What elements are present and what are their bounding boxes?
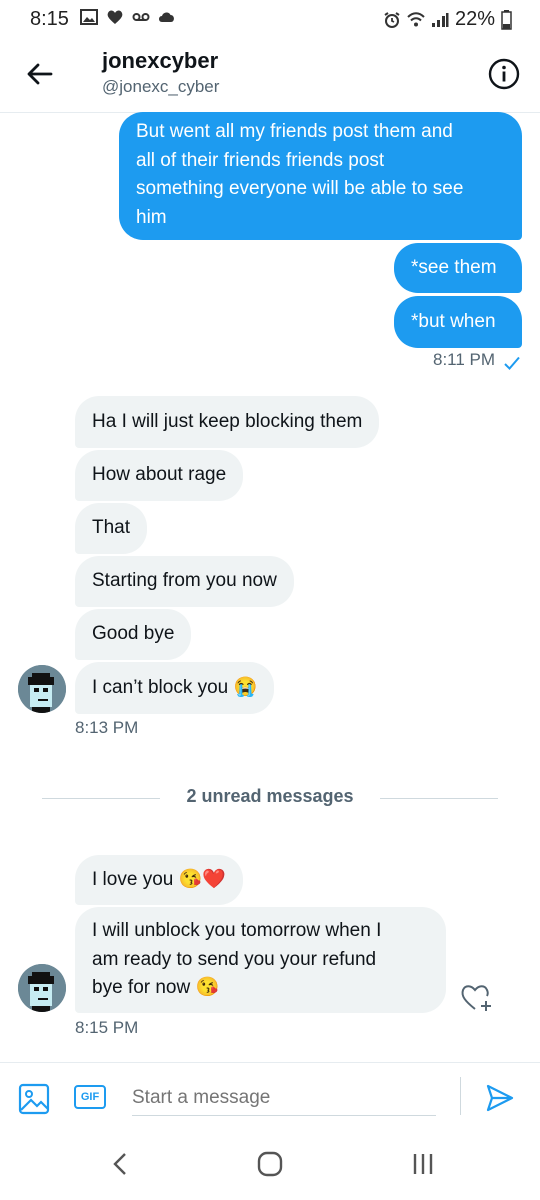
received-message[interactable]: Good bye: [75, 609, 192, 660]
gif-button[interactable]: GIF: [74, 1085, 106, 1109]
status-time: 8:15: [30, 8, 69, 30]
message-input[interactable]: [132, 1081, 436, 1116]
unread-messages-label: 2 unread messages: [186, 786, 354, 806]
message-line: am ready to send you your refund: [92, 948, 377, 970]
signal-icon: [431, 12, 449, 27]
contact-name[interactable]: jonexcyber: [102, 48, 218, 74]
received-timestamp: 8:13 PM: [75, 718, 139, 737]
sent-message[interactable]: But went all my friends post them and al…: [119, 112, 522, 240]
alarm-icon: [384, 11, 400, 28]
nav-back-icon[interactable]: [110, 1152, 130, 1176]
received-message[interactable]: That: [75, 503, 148, 554]
message-line: him: [136, 206, 167, 228]
sent-message[interactable]: *see them: [394, 243, 522, 293]
nav-home-icon[interactable]: [257, 1151, 283, 1177]
read-checkmark-icon: [504, 356, 520, 370]
message-text: Starting from you now: [92, 570, 277, 592]
system-status: 22%: [383, 8, 512, 31]
message-text: I can’t block you 😭: [92, 676, 258, 698]
notification-icons: [80, 9, 176, 25]
gallery-notification-icon: [80, 9, 98, 25]
received-message[interactable]: I love you 😘❤️: [75, 855, 243, 905]
avatar-image: [18, 665, 66, 713]
sent-timestamp: 8:11 PM: [433, 350, 496, 369]
nav-recents-icon[interactable]: [411, 1152, 435, 1176]
heart-notification-icon: [107, 10, 123, 24]
received-message[interactable]: I will unblock you tomorrow when I am re…: [75, 907, 446, 1013]
message-line: But went all my friends post them and: [136, 121, 453, 142]
message-text: Good bye: [92, 623, 175, 645]
received-message[interactable]: Ha I will just keep blocking them: [75, 396, 380, 448]
message-text: I love you 😘❤️: [92, 868, 226, 890]
contact-avatar[interactable]: [18, 665, 66, 713]
cloud-icon: [159, 12, 174, 22]
status-bar: 8:15 22%: [0, 0, 540, 36]
contact-avatar[interactable]: [18, 964, 66, 1012]
avatar-image: [18, 964, 66, 1012]
battery-percent: 22%: [454, 8, 495, 30]
voicemail-icon: [132, 13, 150, 21]
sent-message[interactable]: *but when: [394, 296, 522, 348]
message-line: all of their friends friends post: [136, 149, 385, 171]
divider-line: [380, 798, 498, 799]
received-message[interactable]: How about rage: [75, 450, 244, 501]
received-message[interactable]: I can’t block you 😭: [75, 662, 275, 714]
message-line: bye for now 😘: [92, 977, 220, 998]
message-text: Ha I will just keep blocking them: [92, 410, 363, 432]
received-message[interactable]: Starting from you now: [75, 556, 294, 607]
gif-label: GIF: [80, 1091, 100, 1103]
info-icon[interactable]: [488, 58, 520, 90]
send-icon[interactable]: [485, 1083, 515, 1113]
image-attach-icon[interactable]: [18, 1083, 50, 1115]
conversation-header: jonexcyber @jonexc_cyber: [0, 36, 540, 113]
add-reaction-heart-icon[interactable]: [458, 981, 494, 1013]
message-text: How about rage: [92, 464, 227, 486]
composer-separator: [460, 1077, 461, 1115]
message-line: something everyone will be able to see: [136, 178, 464, 199]
message-composer: GIF: [0, 1062, 540, 1129]
system-nav-bar: [0, 1128, 540, 1200]
back-arrow-icon[interactable]: [24, 58, 56, 90]
message-line: *see them: [411, 256, 497, 278]
message-text: That: [92, 517, 131, 539]
message-line: I will unblock you tomorrow when I: [92, 920, 382, 941]
wifi-icon: [407, 11, 425, 26]
message-line: *but when: [411, 310, 496, 332]
contact-handle[interactable]: @jonexc_cyber: [102, 77, 219, 97]
battery-icon: [501, 9, 512, 30]
received-timestamp: 8:15 PM: [75, 1018, 139, 1037]
